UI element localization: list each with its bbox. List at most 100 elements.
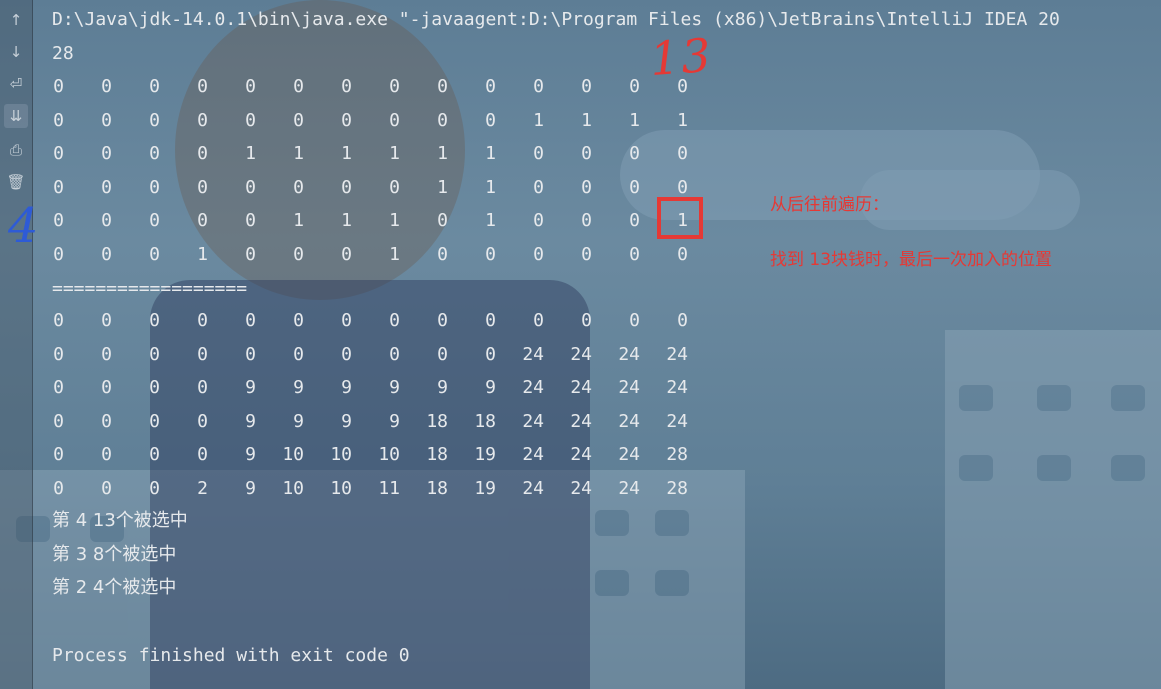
matrix-cell: 1 [389,143,400,165]
matrix-cell: 0 [437,310,448,331]
matrix-cell: 0 [197,210,208,232]
matrix-cell: 9 [245,377,256,399]
matrix-cell: 9 [485,377,496,399]
matrix-cell: 10 [282,444,304,466]
matrix-cell: 24 [618,410,640,432]
matrix-cell: 0 [533,244,544,265]
matrix-cell: 0 [437,244,448,265]
matrix-cell: 0 [341,76,352,97]
matrix-cell: 18 [426,478,448,499]
matrix-cell: 1 [629,109,640,131]
matrix-cell: 18 [426,444,448,466]
matrix-cell: 18 [474,410,496,432]
matrix-cell: 0 [53,444,64,466]
matrix-cell: 0 [341,310,352,331]
matrix-cell: 0 [437,76,448,97]
matrix-cell: 0 [149,210,160,232]
matrix-cell: 24 [618,343,640,365]
matrix-cell: 0 [629,76,640,97]
matrix-cell: 0 [485,76,496,97]
matrix-cell: 0 [533,310,544,331]
matrix-cell: 0 [197,76,208,97]
matrix-cell: 1 [293,210,304,232]
selection-line: 第 4 13个被选中 [52,510,188,531]
matrix-cell: 0 [101,109,112,131]
matrix-cell: 24 [570,377,592,399]
matrix-cell: 0 [53,478,64,499]
matrix-cell: 9 [389,410,400,432]
matrix-cell: 0 [101,343,112,365]
highlight-box [657,197,703,239]
matrix-cell: 0 [293,176,304,198]
matrix-cell: 0 [149,143,160,165]
matrix-cell: 9 [293,377,304,399]
matrix-cell: 1 [197,244,208,265]
matrix-cell: 9 [341,410,352,432]
matrix-cell: 1 [293,143,304,165]
matrix-cell: 0 [629,310,640,331]
matrix-cell: 24 [666,343,688,365]
matrix-cell: 0 [581,244,592,265]
matrix-cell: 1 [581,109,592,131]
arrow-down-icon[interactable]: ↓ [4,40,28,64]
output-line: 28 [52,43,74,64]
matrix-cell: 0 [101,444,112,466]
matrix-cell: 10 [282,478,304,499]
matrix-cell: 0 [197,444,208,466]
matrix-cell: 0 [149,244,160,265]
command-line: D:\Java\jdk-14.0.1\bin\java.exe "-javaag… [52,9,1060,30]
matrix-cell: 24 [522,410,544,432]
matrix-cell: 0 [197,377,208,399]
matrix-cell: 0 [101,310,112,331]
matrix-cell: 0 [485,310,496,331]
matrix-cell: 10 [330,478,352,499]
matrix-cell: 24 [522,377,544,399]
selection-line: 第 2 4个被选中 [52,577,177,598]
matrix-cell: 0 [629,244,640,265]
matrix-cell: 0 [53,109,64,131]
matrix-cell: 0 [677,310,688,331]
matrix-cell: 9 [293,410,304,432]
matrix-cell: 28 [666,478,688,499]
matrix-cell: 9 [245,410,256,432]
matrix-cell: 1 [485,143,496,165]
matrix-cell: 24 [618,377,640,399]
matrix-cell: 24 [522,444,544,466]
matrix-cell: 0 [629,176,640,198]
matrix-cell: 0 [149,478,160,499]
matrix-cell: 24 [522,343,544,365]
matrix-cell: 0 [389,76,400,97]
matrix-cell: 0 [581,310,592,331]
matrix-cell: 0 [485,109,496,131]
arrow-up-icon[interactable]: ↑ [4,8,28,32]
matrix-cell: 0 [533,76,544,97]
matrix-cell: 24 [570,444,592,466]
matrix-cell: 0 [53,176,64,198]
matrix-cell: 0 [293,109,304,131]
matrix-cell: 0 [53,410,64,432]
selection-line: 第 3 8个被选中 [52,544,177,565]
matrix-cell: 24 [522,478,544,499]
matrix-cell: 0 [53,343,64,365]
matrix-cell: 2 [197,478,208,499]
matrix-cell: 0 [245,210,256,232]
matrix-cell: 0 [149,377,160,399]
matrix-cell: 0 [53,377,64,399]
matrix-cell: 0 [101,377,112,399]
matrix-cell: 0 [197,109,208,131]
matrix-cell: 0 [101,410,112,432]
exit-message: Process finished with exit code 0 [52,645,410,666]
matrix-cell: 1 [485,210,496,232]
matrix-cell: 0 [485,244,496,265]
matrix-cell: 0 [245,176,256,198]
matrix-cell: 0 [341,176,352,198]
matrix-cell: 0 [581,176,592,198]
matrix-cell: 0 [53,143,64,165]
matrix-cell: 0 [149,176,160,198]
matrix-cell: 0 [533,210,544,232]
handwritten-annotation-4: 4 [8,198,39,254]
matrix-cell: 0 [629,210,640,232]
handwritten-annotation-13: 13 [648,27,715,87]
matrix-cell: 1 [677,109,688,131]
matrix-cell: 9 [389,377,400,399]
